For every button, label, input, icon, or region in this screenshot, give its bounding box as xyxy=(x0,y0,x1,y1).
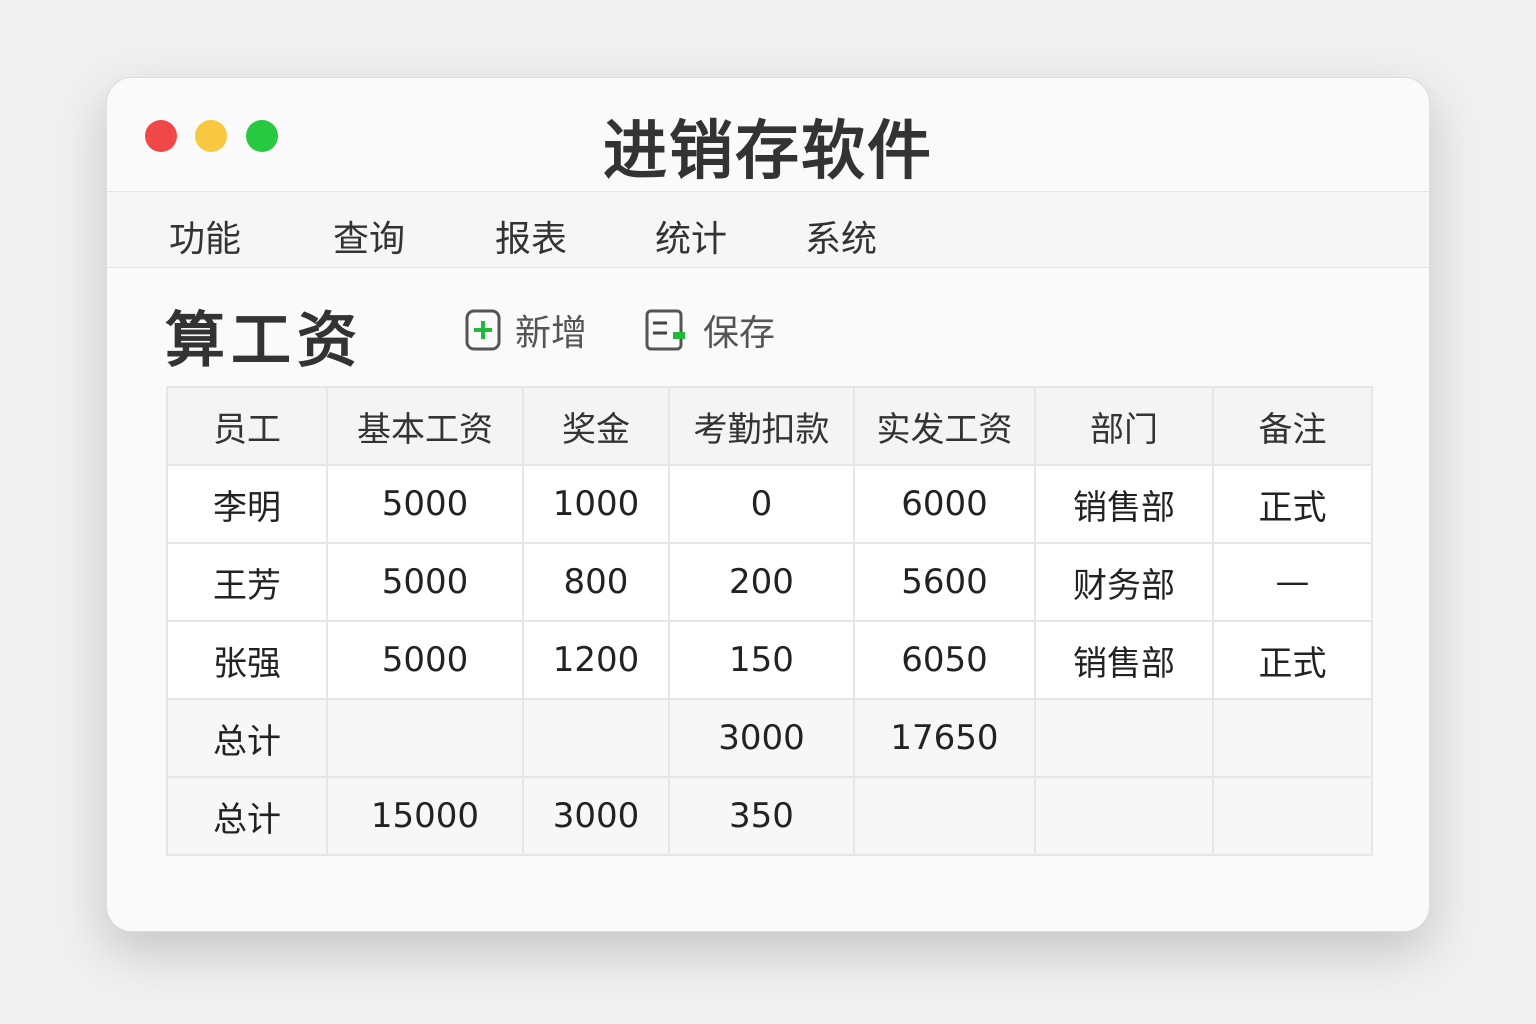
table-row: 李明 5000 1000 0 6000 销售部 正式 xyxy=(166,464,1373,544)
table-cell[interactable]: 1000 xyxy=(522,464,670,544)
menu-statistics[interactable]: 统计 xyxy=(655,210,727,262)
table-cell[interactable] xyxy=(326,698,524,778)
table-header-row: 员工 基本工资 奖金 考勤扣款 实发工资 部门 备注 xyxy=(166,386,1373,466)
table-row: 张强 5000 1200 150 6050 销售部 正式 xyxy=(166,620,1373,700)
app-window: 进销存软件 功能 查询 报表 统计 系统 算工资 新增 保存 员工 基本工资 奖… xyxy=(106,77,1430,932)
table-cell[interactable] xyxy=(1034,776,1214,856)
total-row: 总计 15000 3000 350 xyxy=(166,776,1373,856)
menu-system[interactable]: 系统 xyxy=(805,210,877,262)
save-label: 保存 xyxy=(703,313,776,354)
menu-query[interactable]: 查询 xyxy=(333,210,405,262)
table-row: 王芳 5000 800 200 5600 财务部 — xyxy=(166,542,1373,622)
table-cell[interactable]: 销售部 xyxy=(1034,464,1214,544)
table-cell[interactable] xyxy=(1212,776,1373,856)
col-header: 考勤扣款 xyxy=(668,386,855,466)
table-cell[interactable]: 800 xyxy=(522,542,670,622)
table-cell[interactable]: 张强 xyxy=(166,620,328,700)
table-cell[interactable]: 6050 xyxy=(853,620,1036,700)
title-bar: 进销存软件 xyxy=(107,78,1429,192)
table-cell[interactable]: 6000 xyxy=(853,464,1036,544)
table-cell[interactable]: 5000 xyxy=(326,464,524,544)
total-row: 总计 3000 17650 xyxy=(166,698,1373,778)
table-cell[interactable]: 5600 xyxy=(853,542,1036,622)
table-cell[interactable] xyxy=(1034,698,1214,778)
col-header: 员工 xyxy=(166,386,328,466)
table-cell[interactable]: 总计 xyxy=(166,698,328,778)
add-button[interactable]: 新增 xyxy=(465,304,587,356)
menu-report[interactable]: 报表 xyxy=(495,210,567,262)
table-cell[interactable]: — xyxy=(1212,542,1373,622)
page-title: 算工资 xyxy=(165,306,363,376)
table-cell[interactable]: 总计 xyxy=(166,776,328,856)
table-cell[interactable] xyxy=(522,698,670,778)
table-cell[interactable]: 5000 xyxy=(326,620,524,700)
table-cell[interactable]: 1200 xyxy=(522,620,670,700)
table-cell[interactable]: 销售部 xyxy=(1034,620,1214,700)
menu-bar: 功能 查询 报表 统计 系统 xyxy=(107,192,1429,268)
table-cell[interactable]: 财务部 xyxy=(1034,542,1214,622)
save-icon xyxy=(645,309,685,351)
col-header: 备注 xyxy=(1212,386,1373,466)
add-icon xyxy=(465,309,501,351)
col-header: 奖金 xyxy=(522,386,670,466)
table-cell[interactable]: 150 xyxy=(668,620,855,700)
table-cell[interactable] xyxy=(853,776,1036,856)
table-cell[interactable]: 正式 xyxy=(1212,620,1373,700)
table-cell[interactable]: 王芳 xyxy=(166,542,328,622)
table-cell[interactable]: 正式 xyxy=(1212,464,1373,544)
table-cell[interactable]: 3000 xyxy=(668,698,855,778)
table-cell[interactable]: 350 xyxy=(668,776,855,856)
table-cell[interactable]: 3000 xyxy=(522,776,670,856)
table-cell[interactable]: 200 xyxy=(668,542,855,622)
table-cell[interactable]: 0 xyxy=(668,464,855,544)
col-header: 实发工资 xyxy=(853,386,1036,466)
table-cell[interactable] xyxy=(1212,698,1373,778)
table-cell[interactable]: 15000 xyxy=(326,776,524,856)
table-cell[interactable]: 17650 xyxy=(853,698,1036,778)
salary-table: 员工 基本工资 奖金 考勤扣款 实发工资 部门 备注 李明 5000 1000 0 60… xyxy=(166,386,1373,856)
table-cell[interactable]: 李明 xyxy=(166,464,328,544)
col-header: 基本工资 xyxy=(326,386,524,466)
col-header: 部门 xyxy=(1034,386,1214,466)
menu-function[interactable]: 功能 xyxy=(169,210,241,262)
add-label: 新增 xyxy=(515,313,588,354)
table-cell[interactable]: 5000 xyxy=(326,542,524,622)
save-button[interactable]: 保存 xyxy=(645,304,775,356)
window-title: 进销存软件 xyxy=(603,115,933,189)
